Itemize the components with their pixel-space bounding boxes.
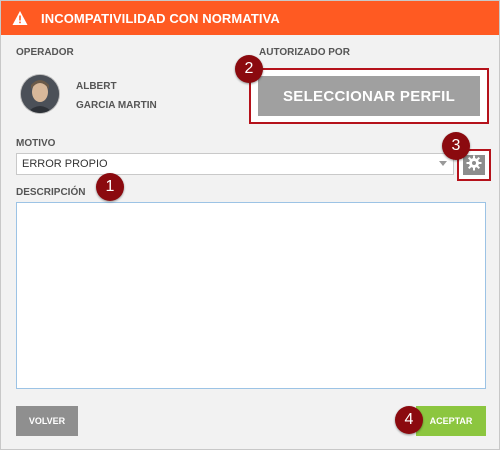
incompatibility-dialog: INCOMPATIVILIDAD CON NORMATIVA OPERADOR …: [0, 0, 500, 450]
step-marker-2: 2: [235, 55, 263, 83]
dialog-titlebar: INCOMPATIVILIDAD CON NORMATIVA: [1, 1, 499, 35]
gear-icon: [466, 155, 482, 176]
select-profile-highlight: SELECCIONAR PERFIL: [249, 68, 489, 124]
motivo-label: MOTIVO: [16, 138, 56, 149]
select-profile-button[interactable]: SELECCIONAR PERFIL: [258, 76, 480, 116]
accept-button[interactable]: ACEPTAR: [416, 406, 486, 436]
warning-icon: [12, 10, 28, 26]
motivo-settings-button[interactable]: [463, 155, 485, 175]
operator-first-name: ALBERT: [76, 81, 117, 92]
motivo-selected-value: ERROR PROPIO: [22, 158, 108, 170]
step-marker-4: 4: [395, 406, 423, 434]
description-label: DESCRIPCIÓN: [16, 187, 86, 198]
operator-label: OPERADOR: [16, 47, 74, 58]
back-button[interactable]: VOLVER: [16, 406, 78, 436]
chevron-down-icon: [439, 161, 447, 166]
avatar: [21, 75, 59, 113]
operator-last-name: GARCIA MARTIN: [76, 100, 157, 111]
dialog-title: INCOMPATIVILIDAD CON NORMATIVA: [41, 10, 280, 26]
motivo-select[interactable]: ERROR PROPIO: [16, 153, 454, 175]
authorized-by-label: AUTORIZADO POR: [259, 47, 350, 58]
description-textarea[interactable]: [16, 202, 486, 389]
step-marker-3: 3: [442, 132, 470, 160]
step-marker-1: 1: [96, 173, 124, 201]
